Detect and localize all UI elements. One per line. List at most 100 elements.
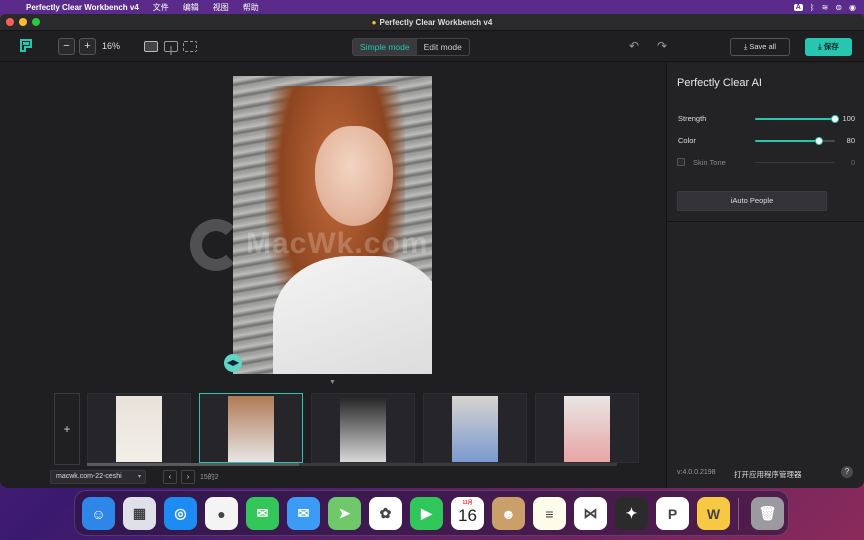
app-icon: ● bbox=[371, 17, 377, 27]
photos-icon-glyph: ✿ bbox=[379, 505, 392, 521]
menu-view[interactable]: 视图 bbox=[213, 2, 229, 13]
chevron-down-icon: ▾ bbox=[137, 474, 141, 480]
safari-icon[interactable]: ◎ bbox=[164, 497, 197, 530]
zoom-level: 16% bbox=[102, 41, 121, 51]
filmstrip-thumb-2[interactable] bbox=[199, 393, 303, 463]
siri-icon[interactable]: ◉ bbox=[849, 3, 856, 12]
perfectly-clear-logo-icon bbox=[19, 39, 33, 53]
strength-value: 100 bbox=[842, 114, 855, 123]
zoom-out-button[interactable]: − bbox=[58, 38, 75, 55]
safari-icon-glyph: ◎ bbox=[174, 505, 187, 521]
skin-tone-checkbox[interactable] bbox=[677, 158, 685, 166]
facetime-icon[interactable]: ▶ bbox=[410, 497, 443, 530]
maps-icon[interactable]: ➤ bbox=[328, 497, 361, 530]
control-center-icon[interactable]: ⊜ bbox=[835, 3, 842, 12]
filmstrip-thumb-4[interactable] bbox=[423, 393, 527, 463]
wifi-icon[interactable]: ≋ bbox=[822, 3, 829, 12]
trash-icon-glyph: 🗑 bbox=[758, 505, 777, 521]
open-app-manager-link[interactable]: 打开应用程序管理器 bbox=[734, 469, 802, 480]
filmstrip-scroll-thumb[interactable] bbox=[87, 463, 299, 466]
zoom-in-button[interactable]: + bbox=[79, 38, 96, 55]
panel-title: Perfectly Clear AI bbox=[677, 77, 762, 89]
prev-page-button[interactable]: ‹ bbox=[163, 470, 177, 484]
edit-mode-tab[interactable]: Edit mode bbox=[417, 39, 469, 55]
watermark-text: MacWk.com bbox=[246, 226, 429, 260]
thumbnail-image bbox=[116, 396, 162, 462]
watermark-logo-icon bbox=[190, 219, 242, 271]
app-window: ● Perfectly Clear Workbench v4 − + 16% Si… bbox=[0, 14, 864, 488]
color-slider-row: Color 80 bbox=[677, 135, 855, 147]
save-all-button[interactable]: ⤓ Save all bbox=[730, 38, 790, 56]
calendar-day: 16 bbox=[458, 506, 477, 525]
contacts-icon-glyph: ☻ bbox=[501, 505, 516, 522]
crop-view-icon[interactable] bbox=[183, 41, 197, 52]
thumbnail-image bbox=[564, 396, 610, 462]
calendar-month: 11月 bbox=[462, 500, 473, 506]
folder-select[interactable]: macwk.com-22-ceshi ▾ bbox=[50, 470, 146, 484]
color-slider-knob[interactable] bbox=[815, 137, 823, 145]
launchpad-icon[interactable]: ▦ bbox=[123, 497, 156, 530]
compare-handle[interactable]: ◀▶ bbox=[224, 354, 242, 372]
strength-slider-fill bbox=[755, 118, 835, 120]
save-button[interactable]: ⤓ 保存 bbox=[805, 38, 852, 56]
split-view-icon[interactable] bbox=[164, 41, 178, 55]
powerpoint-icon-glyph: P bbox=[667, 505, 678, 522]
filmstrip-scrollbar[interactable] bbox=[87, 463, 617, 466]
maps-icon-glyph: ➤ bbox=[338, 505, 351, 521]
add-image-button[interactable]: + bbox=[54, 393, 80, 465]
window-title-text: Perfectly Clear Workbench v4 bbox=[379, 17, 493, 27]
trash-icon[interactable]: 🗑 bbox=[751, 497, 784, 530]
photos-icon[interactable]: ✿ bbox=[369, 497, 402, 530]
filmstrip-thumb-1[interactable] bbox=[87, 393, 191, 463]
filmstrip-thumb-3[interactable] bbox=[311, 393, 415, 463]
powerpoint-icon[interactable]: P bbox=[656, 497, 689, 530]
finder-icon[interactable]: ☺ bbox=[82, 497, 115, 530]
undo-icon[interactable]: ↶ bbox=[629, 39, 639, 53]
menu-help[interactable]: 帮助 bbox=[243, 2, 259, 13]
vscode-icon[interactable]: ⋈ bbox=[574, 497, 607, 530]
version-label: v:4.0.0.2198 bbox=[677, 469, 716, 476]
wps-icon[interactable]: W bbox=[697, 497, 730, 530]
dock-separator bbox=[738, 498, 739, 530]
thumbnail-image bbox=[340, 396, 386, 462]
title-bar: ● Perfectly Clear Workbench v4 bbox=[0, 14, 864, 31]
strength-slider[interactable] bbox=[755, 115, 839, 123]
right-panel: Perfectly Clear AI Strength 100 Color 80… bbox=[666, 63, 864, 488]
single-view-icon[interactable] bbox=[144, 41, 158, 52]
menu-edit[interactable]: 编辑 bbox=[183, 2, 199, 13]
dock: ☺ ▦ ◎ ● ✉ ✉ ➤ ✿ ▶ 11月 16 ☻ ≡ ⋈ ✦ P W 🗑 bbox=[74, 490, 789, 536]
filmstrip-thumb-5[interactable] bbox=[535, 393, 639, 463]
notes-icon-glyph: ≡ bbox=[545, 505, 554, 522]
bluetooth-icon[interactable]: ᛒ bbox=[810, 3, 815, 12]
color-label: Color bbox=[678, 136, 696, 145]
strength-label: Strength bbox=[678, 114, 707, 123]
menu-app-name[interactable]: Perfectly Clear Workbench v4 bbox=[26, 3, 139, 12]
next-page-button[interactable]: › bbox=[181, 470, 195, 484]
calendar-icon[interactable]: 11月 16 bbox=[451, 497, 484, 530]
help-icon[interactable]: ? bbox=[841, 466, 853, 478]
messages-icon[interactable]: ✉ bbox=[246, 497, 279, 530]
mail-icon-glyph: ✉ bbox=[297, 505, 310, 521]
menu-file[interactable]: 文件 bbox=[153, 2, 169, 13]
chrome-icon[interactable]: ● bbox=[205, 497, 238, 530]
color-slider[interactable] bbox=[755, 137, 835, 145]
skin-tone-value: 0 bbox=[850, 158, 855, 167]
auto-people-button[interactable]: iAuto People bbox=[677, 191, 827, 211]
input-source-badge[interactable]: A bbox=[793, 3, 803, 11]
collapse-filmstrip-icon[interactable]: ▼ bbox=[329, 379, 336, 386]
simple-mode-tab[interactable]: Simple mode bbox=[353, 39, 417, 55]
photo-shirt bbox=[273, 256, 432, 374]
wps-icon-glyph: W bbox=[706, 505, 721, 522]
redo-icon[interactable]: ↷ bbox=[657, 39, 667, 53]
tes-icon[interactable]: ✦ bbox=[615, 497, 648, 530]
facetime-icon-glyph: ▶ bbox=[421, 505, 432, 521]
mail-icon[interactable]: ✉ bbox=[287, 497, 320, 530]
photo-face bbox=[315, 126, 393, 226]
tes-icon-glyph: ✦ bbox=[625, 505, 638, 521]
color-slider-fill bbox=[755, 140, 819, 142]
window-title: ● Perfectly Clear Workbench v4 bbox=[0, 18, 864, 27]
contacts-icon[interactable]: ☻ bbox=[492, 497, 525, 530]
notes-icon[interactable]: ≡ bbox=[533, 497, 566, 530]
chrome-icon-glyph: ● bbox=[217, 505, 226, 522]
strength-slider-knob[interactable] bbox=[831, 115, 839, 123]
